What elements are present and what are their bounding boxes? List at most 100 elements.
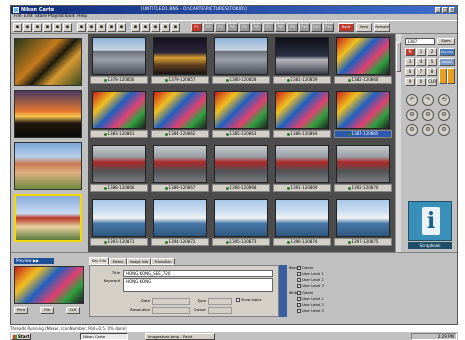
write-checkbox[interactable]: ✓User Level 2 bbox=[297, 303, 324, 308]
tool-round-button[interactable]: ⚙ bbox=[438, 124, 450, 136]
function-key-f10[interactable]: F10 bbox=[299, 23, 310, 32]
maximize-button[interactable]: □ bbox=[442, 7, 448, 13]
open-icon[interactable]: ▪ bbox=[23, 23, 32, 32]
read-checkbox[interactable]: ✓Owner bbox=[297, 266, 313, 271]
grid-cell[interactable]: 1382-120860 bbox=[334, 36, 392, 85]
save-icon[interactable]: ▪ bbox=[33, 23, 42, 32]
grid-cell[interactable]: 1393-120871 bbox=[90, 198, 148, 247]
tab-memo[interactable]: Memo bbox=[109, 258, 127, 265]
grid-cell[interactable]: 1381-120859 bbox=[273, 36, 331, 85]
delete-button[interactable]: Delete bbox=[439, 58, 455, 66]
preview-label[interactable]: Preview ▶▶ bbox=[14, 258, 54, 264]
keypad-key[interactable]: 0 bbox=[416, 78, 426, 86]
grid-photo[interactable] bbox=[275, 199, 329, 237]
clr-button[interactable]: CLR bbox=[66, 307, 80, 314]
function-key-f1[interactable]: F1 bbox=[191, 23, 202, 32]
function-key-f5[interactable]: F5 bbox=[239, 23, 250, 32]
function-key-f2[interactable]: F2 bbox=[203, 23, 214, 32]
task-paint[interactable]: Imagestore.bmp - Paint bbox=[145, 333, 215, 340]
keypad-key[interactable]: 3 bbox=[405, 58, 415, 66]
scrapbook-box[interactable]: i bbox=[408, 201, 452, 241]
tab-key-info[interactable]: Key info bbox=[89, 257, 109, 265]
write-checkbox[interactable]: ✓User Level 1 bbox=[297, 297, 324, 302]
tool-round-button[interactable]: ⚙ bbox=[406, 109, 418, 121]
grid-cell[interactable]: 1384-120862 bbox=[151, 90, 209, 139]
print-icon[interactable]: ▪ bbox=[43, 23, 52, 32]
keypad-key[interactable]: 8 bbox=[427, 68, 437, 76]
left-thumbnail-sunset[interactable] bbox=[14, 90, 82, 138]
left-thumbnail-pagoda[interactable] bbox=[14, 194, 82, 242]
grid-photo[interactable] bbox=[275, 37, 329, 75]
keypad-key[interactable]: N bbox=[405, 48, 415, 56]
favorite-button[interactable]: Favorite bbox=[439, 48, 455, 56]
function-key-f9[interactable]: F9 bbox=[287, 23, 298, 32]
grid-photo[interactable] bbox=[153, 145, 207, 183]
new-icon[interactable]: ▪ bbox=[13, 23, 22, 32]
grid-photo[interactable] bbox=[153, 91, 207, 129]
paste-icon[interactable]: ▪ bbox=[77, 23, 86, 32]
scroll-thumb[interactable] bbox=[396, 42, 401, 72]
print-button[interactable]: Print bbox=[14, 307, 28, 314]
start-button[interactable]: Start bbox=[11, 333, 31, 340]
grid-cell[interactable]: 1380-120858 bbox=[212, 36, 270, 85]
tab-image-info[interactable]: Image info bbox=[127, 258, 151, 265]
grid-cell[interactable]: 1379-120857 bbox=[151, 36, 209, 85]
grid-photo[interactable] bbox=[214, 145, 268, 183]
grid-photo[interactable] bbox=[214, 37, 268, 75]
search-input[interactable]: 1387 bbox=[405, 38, 435, 45]
grid-cell[interactable]: 1397-120875 bbox=[334, 198, 392, 247]
keypad-key[interactable]: 2 bbox=[427, 48, 437, 56]
minimize-button[interactable]: _ bbox=[435, 7, 441, 13]
keypad-key[interactable]: 6 bbox=[405, 68, 415, 76]
grid-cell[interactable]: 1392-120870 bbox=[334, 144, 392, 193]
grid-cell[interactable]: 1395-120873 bbox=[212, 198, 270, 247]
type-field[interactable] bbox=[208, 298, 232, 305]
remote-button[interactable]: Remote bbox=[374, 23, 390, 32]
grid-cell[interactable]: 1394-120872 bbox=[151, 198, 209, 247]
grid-photo[interactable] bbox=[336, 37, 390, 75]
grid-icon[interactable]: ▪ bbox=[107, 23, 116, 32]
left-thumbnail-castle[interactable] bbox=[14, 142, 82, 190]
list-icon[interactable]: ▪ bbox=[117, 23, 126, 32]
tool-round-button[interactable]: ⚙ bbox=[438, 109, 450, 121]
grid-photo[interactable] bbox=[153, 37, 207, 75]
keypad-key[interactable]: 5 bbox=[427, 58, 437, 66]
keyword-field[interactable]: HONG KONG bbox=[123, 278, 273, 292]
color-tag-button[interactable] bbox=[439, 68, 447, 84]
rotate-icon[interactable]: ▪ bbox=[97, 23, 106, 32]
tool-round-button[interactable]: ↷ bbox=[422, 94, 434, 106]
keypad-key[interactable]: 9 bbox=[405, 78, 415, 86]
tool-round-button[interactable]: ↶ bbox=[406, 94, 418, 106]
build-button[interactable]: Build bbox=[338, 23, 354, 32]
keypad-key[interactable]: 7 bbox=[416, 68, 426, 76]
owner-field[interactable] bbox=[208, 307, 232, 314]
grid-photo[interactable] bbox=[92, 37, 146, 75]
filmstrip-icon[interactable]: ▪ bbox=[131, 23, 140, 32]
grid-cell[interactable]: 1388-120866 bbox=[90, 144, 148, 193]
grid-cell[interactable]: 1396-120874 bbox=[273, 198, 331, 247]
grid-photo[interactable] bbox=[92, 199, 146, 237]
show-alpha-checkbox[interactable]: Show Alpha bbox=[236, 298, 262, 303]
keypad-key[interactable]: 1 bbox=[416, 48, 426, 56]
grid-photo[interactable] bbox=[92, 91, 146, 129]
grid-photo[interactable] bbox=[336, 91, 390, 129]
copy-icon[interactable]: ▪ bbox=[63, 23, 72, 32]
function-key-f6[interactable]: F6 bbox=[251, 23, 262, 32]
function-key-f3[interactable]: F3 bbox=[215, 23, 226, 32]
lightbox-icon[interactable]: ▪ bbox=[161, 23, 170, 32]
tool-round-button[interactable]: ⚙ bbox=[422, 124, 434, 136]
grid-photo[interactable] bbox=[214, 91, 268, 129]
grid-photo[interactable] bbox=[214, 199, 268, 237]
grid-photo[interactable] bbox=[275, 91, 329, 129]
send-button[interactable]: Send bbox=[356, 23, 372, 32]
tool-round-button[interactable]: ⚙ bbox=[406, 124, 418, 136]
function-key-f8[interactable]: F8 bbox=[275, 23, 286, 32]
file-button[interactable]: File bbox=[40, 307, 54, 314]
tab-transition[interactable]: Transition bbox=[151, 258, 175, 265]
grid-cell[interactable]: 1386-120864 bbox=[273, 90, 331, 139]
keypad-key[interactable]: 4 bbox=[416, 58, 426, 66]
grid-cell[interactable]: 1385-120863 bbox=[212, 90, 270, 139]
grid-cell[interactable]: 1387-120865 bbox=[334, 90, 392, 139]
close-button[interactable]: × bbox=[449, 7, 455, 13]
tool-round-button[interactable]: ⚙ bbox=[422, 109, 434, 121]
